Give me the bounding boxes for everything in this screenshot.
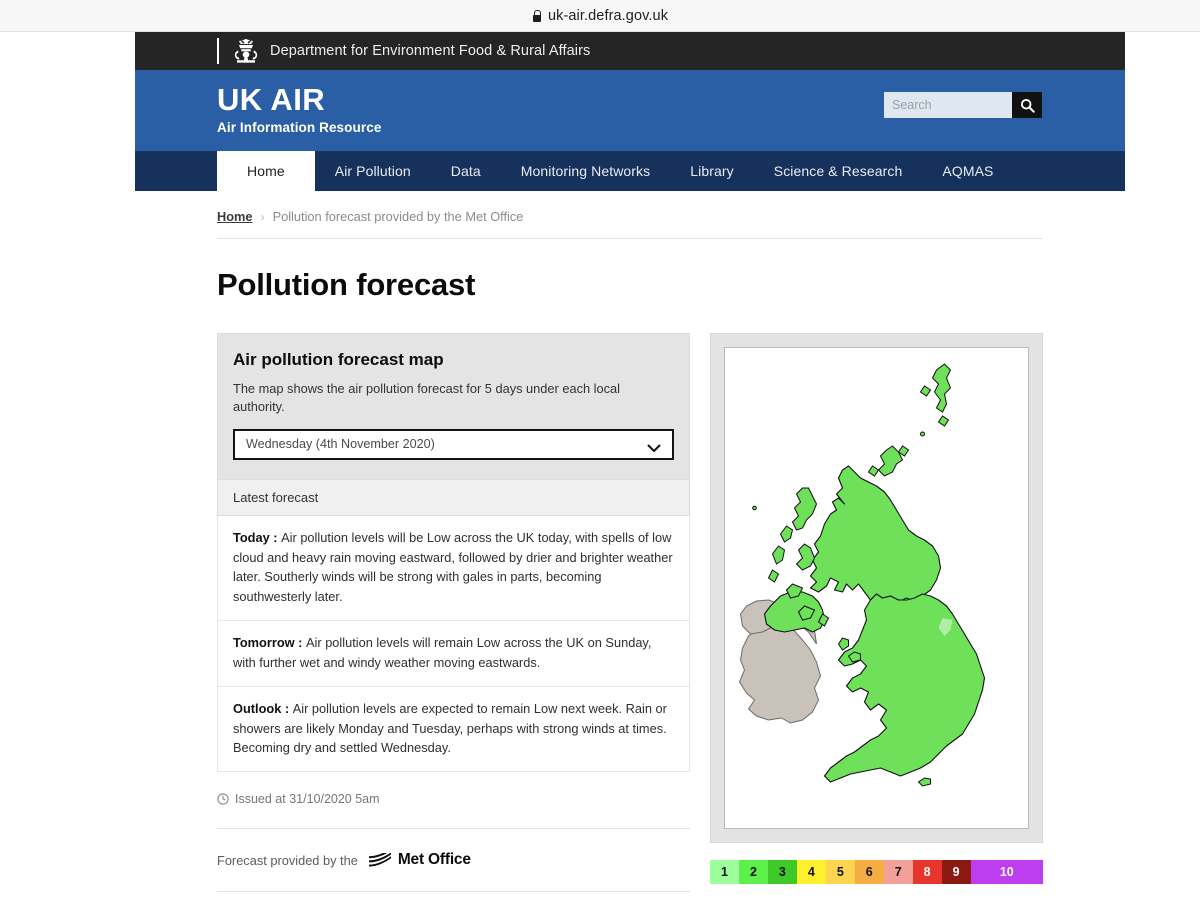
page-title: Pollution forecast (217, 267, 476, 302)
lock-icon (532, 9, 542, 22)
daqi-cell-1[interactable]: 1 (710, 860, 739, 884)
forecast-provider: Forecast provided by the Met Office (217, 848, 690, 893)
nav-item-library[interactable]: Library (670, 151, 754, 191)
forecast-sep-today: : (269, 529, 282, 545)
daqi-cell-8[interactable]: 8 (912, 860, 942, 884)
department-name: Department for Environment Food & Rural … (270, 43, 591, 59)
map-column: 1 2 3 4 5 6 7 8 9 10 Low Moderate (710, 333, 1043, 899)
forecast-day-select[interactable]: Wednesday (4th November 2020) (233, 428, 674, 460)
daqi-legend: 1 2 3 4 5 6 7 8 9 10 Low Moderate (710, 860, 1043, 899)
gov-department-header: Department for Environment Food & Rural … (135, 32, 1125, 70)
forecast-label-today: Today (233, 529, 270, 545)
breadcrumb-current: Pollution forecast provided by the Met O… (272, 209, 524, 224)
forecast-row-today: Today : Air pollution levels will be Low… (217, 515, 690, 622)
met-office-logo-icon: Met Office (367, 848, 471, 869)
daqi-legend-bar: 1 2 3 4 5 6 7 8 9 10 (710, 860, 1043, 884)
forecast-sep-outlook: : (281, 700, 293, 716)
breadcrumb-home-link[interactable]: Home (217, 209, 253, 224)
met-office-name: Met Office (397, 851, 471, 869)
browser-url-bar[interactable]: uk-air.defra.gov.uk (0, 0, 1200, 32)
forecast-map-card-header: Air pollution forecast map The map shows… (217, 333, 690, 480)
royal-crest-icon (232, 38, 260, 64)
chevron-down-icon (647, 440, 661, 452)
breadcrumb-separator-icon: › (260, 209, 265, 224)
uk-air-pollution-forecast-map[interactable] (724, 347, 1029, 829)
daqi-cell-9[interactable]: 9 (941, 860, 971, 884)
issued-text: Issued at 31/10/2020 5am (235, 792, 380, 807)
forecast-text-outlook: Air pollution levels are expected to rem… (233, 700, 667, 756)
daqi-cell-2[interactable]: 2 (738, 860, 768, 884)
issued-timestamp: Issued at 31/10/2020 5am (217, 792, 690, 830)
daqi-cell-10[interactable]: 10 (970, 860, 1043, 884)
forecast-day-value: Wednesday (4th November 2020) (246, 437, 435, 452)
forecast-column: Air pollution forecast map The map shows… (217, 333, 690, 899)
nav-item-science-research[interactable]: Science & Research (754, 151, 923, 191)
nav-item-air-pollution[interactable]: Air Pollution (315, 151, 431, 191)
main-navigation: Home Air Pollution Data Monitoring Netwo… (135, 151, 1125, 191)
forecast-row-outlook: Outlook : Air pollution levels are expec… (217, 686, 690, 773)
nav-item-data[interactable]: Data (431, 151, 501, 191)
forecast-row-tomorrow: Tomorrow : Air pollution levels will rem… (217, 621, 690, 687)
breadcrumb: Home › Pollution forecast provided by th… (217, 191, 1043, 239)
daqi-cell-7[interactable]: 7 (883, 860, 913, 884)
url-text: uk-air.defra.gov.uk (547, 7, 669, 24)
brand-block[interactable]: UK AIR Air Information Resource (217, 82, 382, 136)
page-content: Home › Pollution forecast provided by th… (135, 191, 1125, 899)
provider-label: Forecast provided by the (217, 852, 358, 868)
nav-item-home[interactable]: Home (217, 151, 315, 191)
map-frame (710, 333, 1043, 843)
page-body: Department for Environment Food & Rural … (0, 32, 1200, 899)
forecast-sep-tomorrow: : (294, 635, 306, 651)
search-area (884, 92, 1042, 118)
daqi-cell-5[interactable]: 5 (825, 860, 855, 884)
forecast-text-today: Air pollution levels will be Low across … (233, 529, 673, 605)
daqi-cell-4[interactable]: 4 (796, 860, 826, 884)
nav-item-monitoring-networks[interactable]: Monitoring Networks (501, 151, 671, 191)
daqi-cell-6[interactable]: 6 (854, 860, 884, 884)
header-divider (217, 38, 219, 64)
search-input[interactable] (884, 92, 1012, 118)
brand-subtitle: Air Information Resource (217, 120, 382, 135)
site-banner: UK AIR Air Information Resource (135, 70, 1125, 151)
site-container: Department for Environment Food & Rural … (135, 32, 1125, 899)
daqi-cell-3[interactable]: 3 (767, 860, 797, 884)
two-column-layout: Air pollution forecast map The map shows… (217, 333, 1043, 899)
clock-icon (217, 793, 229, 805)
nav-item-aqmas[interactable]: AQMAS (922, 151, 1013, 191)
search-button[interactable] (1012, 92, 1042, 118)
forecast-label-outlook: Outlook (233, 700, 282, 716)
met-office-swoosh-icon (367, 848, 393, 867)
forecast-label-tomorrow: Tomorrow (233, 635, 295, 651)
latest-forecast-header: Latest forecast (217, 479, 690, 516)
card-description: The map shows the air pollution forecast… (233, 381, 620, 414)
card-title: Air pollution forecast map (233, 350, 444, 369)
brand-title: UK AIR (217, 82, 326, 117)
search-icon (1020, 98, 1035, 113)
